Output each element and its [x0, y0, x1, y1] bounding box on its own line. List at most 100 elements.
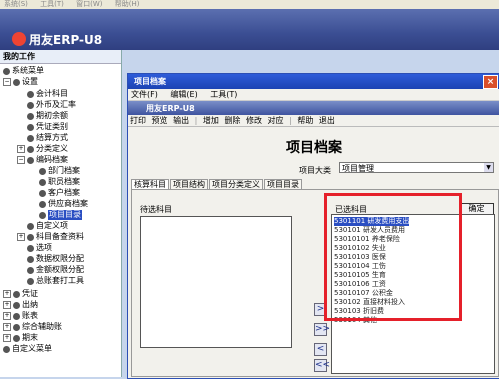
tree-item-options[interactable]: 选项 [27, 243, 52, 253]
collapse-icon[interactable]: − [17, 156, 25, 164]
delete-button[interactable]: 删除 [224, 116, 240, 125]
gear-icon [13, 78, 20, 86]
tree-item-currency[interactable]: 外币及汇率 [27, 100, 76, 110]
gear-icon [27, 222, 34, 230]
tree-item-account-reference[interactable]: + 科目备查资料 [17, 232, 84, 242]
tree-item-accounts[interactable]: 会计科目 [27, 89, 68, 99]
category-select[interactable]: 项目管理 ▼ [339, 162, 494, 173]
help-button[interactable]: 帮助 [297, 116, 313, 125]
expand-icon[interactable]: + [17, 233, 25, 241]
tree-item-ledger-print-tool[interactable]: 总账套打工具 [27, 276, 84, 286]
gear-icon [27, 112, 34, 120]
gear-icon [39, 211, 46, 219]
expand-icon[interactable]: + [3, 323, 11, 331]
app-banner: 用友ERP-U8 [0, 9, 499, 50]
tree-item-amount-permissions[interactable]: 金额权限分配 [27, 265, 84, 275]
yonyou-logo-icon [12, 32, 26, 46]
tree-item-code-archive[interactable]: − 编码档案 [17, 155, 68, 165]
menu-tools[interactable]: 工具(T) [40, 0, 64, 8]
highlight-annotation [324, 193, 462, 321]
system-menubar: 系统(S) 工具(T) 窗口(W) 帮助(H) [0, 0, 499, 9]
expand-icon[interactable]: + [3, 334, 11, 342]
tree-item-cashier[interactable]: + 出纳 [3, 300, 38, 310]
map-button[interactable]: 对应 [268, 116, 284, 125]
pending-subjects-label: 待选科目 [140, 205, 172, 214]
tree-item-reports[interactable]: + 账表 [3, 311, 38, 321]
brand-text: 用友ERP-U8 [29, 32, 103, 47]
menu-tools[interactable]: 工具(T) [210, 90, 237, 99]
folder-icon [13, 334, 20, 342]
tree-item-voucher-types[interactable]: 凭证类别 [27, 122, 68, 132]
gear-icon [27, 145, 34, 153]
menu-edit[interactable]: 编辑(E) [170, 90, 197, 99]
close-icon[interactable]: × [483, 75, 498, 89]
menu-help[interactable]: 帮助(H) [115, 0, 140, 8]
menu-window[interactable]: 窗口(W) [76, 0, 102, 8]
tree-item-period-end[interactable]: + 期末 [3, 333, 38, 343]
gear-icon [27, 156, 34, 164]
gear-icon [39, 167, 46, 175]
tree-item-data-permissions[interactable]: 数据权限分配 [27, 254, 84, 264]
window-title: 项目档案 [134, 77, 166, 86]
gear-icon [3, 345, 10, 353]
pending-subjects-list[interactable] [140, 216, 292, 348]
tree-item-custom-items[interactable]: 自定义项 [27, 221, 68, 231]
gear-icon [27, 255, 34, 263]
sidebar: 我的工作 系统菜单 − 设置 会计科目 外币及汇率 期初余额 凭证类别 结算方式 … [0, 50, 122, 377]
tree-item-vouchers[interactable]: + 凭证 [3, 289, 38, 299]
exit-button[interactable]: 退出 [319, 116, 335, 125]
move-all-left-button[interactable]: << [314, 359, 330, 372]
gear-icon [27, 134, 34, 142]
print-button[interactable]: 打印 [130, 116, 146, 125]
category-label: 项目大类 [299, 166, 331, 175]
tree-item-custom-menu[interactable]: 自定义菜单 [3, 344, 52, 354]
add-button[interactable]: 增加 [203, 116, 219, 125]
tree-item-employees[interactable]: 职员档案 [39, 177, 80, 187]
move-left-button[interactable]: < [314, 343, 327, 356]
category-value: 项目管理 [342, 164, 374, 173]
tree-item-system-menu[interactable]: 系统菜单 [3, 66, 44, 76]
window-titlebar[interactable]: 项目档案 × [128, 74, 499, 89]
page-title: 项目档案 [286, 140, 342, 156]
tree-item-settlement[interactable]: 结算方式 [27, 133, 68, 143]
tree-item-classification[interactable]: + 分类定义 [17, 144, 68, 154]
menu-system[interactable]: 系统(S) [4, 0, 28, 8]
tree-item-customers[interactable]: 客户档案 [39, 188, 80, 198]
tree-item-suppliers[interactable]: 供应商档案 [39, 199, 88, 209]
gear-icon [3, 67, 10, 75]
preview-button[interactable]: 预览 [152, 116, 168, 125]
tree-item-aux-ledger[interactable]: + 综合辅助账 [3, 322, 62, 332]
tree-item-settings[interactable]: − 设置 [3, 77, 38, 87]
folder-icon [13, 301, 20, 309]
expand-icon[interactable]: + [3, 301, 11, 309]
window-menubar: 文件(F) 编辑(E) 工具(T) [128, 89, 499, 101]
app-logo: 用友ERP-U8 [12, 30, 102, 48]
gear-icon [27, 233, 34, 241]
sidebar-title: 我的工作 [0, 50, 121, 64]
collapse-icon[interactable]: − [3, 78, 11, 86]
export-button[interactable]: 输出 [173, 116, 189, 125]
expand-icon[interactable]: + [17, 145, 25, 153]
gear-icon [39, 200, 46, 208]
gear-icon [39, 189, 46, 197]
tree-item-opening-balance[interactable]: 期初余额 [27, 111, 68, 121]
toolbar-separator: | [194, 116, 198, 125]
tree-item-departments[interactable]: 部门档案 [39, 166, 80, 176]
window-brandbar: 用友ERP-U8 [128, 101, 499, 115]
menu-file[interactable]: 文件(F) [131, 90, 158, 99]
expand-icon[interactable]: + [3, 290, 11, 298]
folder-icon [13, 290, 20, 298]
tree-item-project-catalog[interactable]: 项目目录 [39, 210, 82, 220]
folder-icon [13, 312, 20, 320]
toolbar-separator: | [289, 116, 292, 125]
gear-icon [27, 266, 34, 274]
move-all-right-button[interactable]: >> [314, 323, 330, 336]
folder-icon [13, 323, 20, 331]
chevron-down-icon[interactable]: ▼ [484, 163, 493, 172]
gear-icon [39, 178, 46, 186]
gear-icon [27, 244, 34, 252]
gear-icon [27, 277, 34, 285]
window-toolbar: 打印 预览 输出 | 增加 删除 修改 对应 | 帮助 退出 [128, 115, 499, 127]
expand-icon[interactable]: + [3, 312, 11, 320]
modify-button[interactable]: 修改 [246, 116, 262, 125]
